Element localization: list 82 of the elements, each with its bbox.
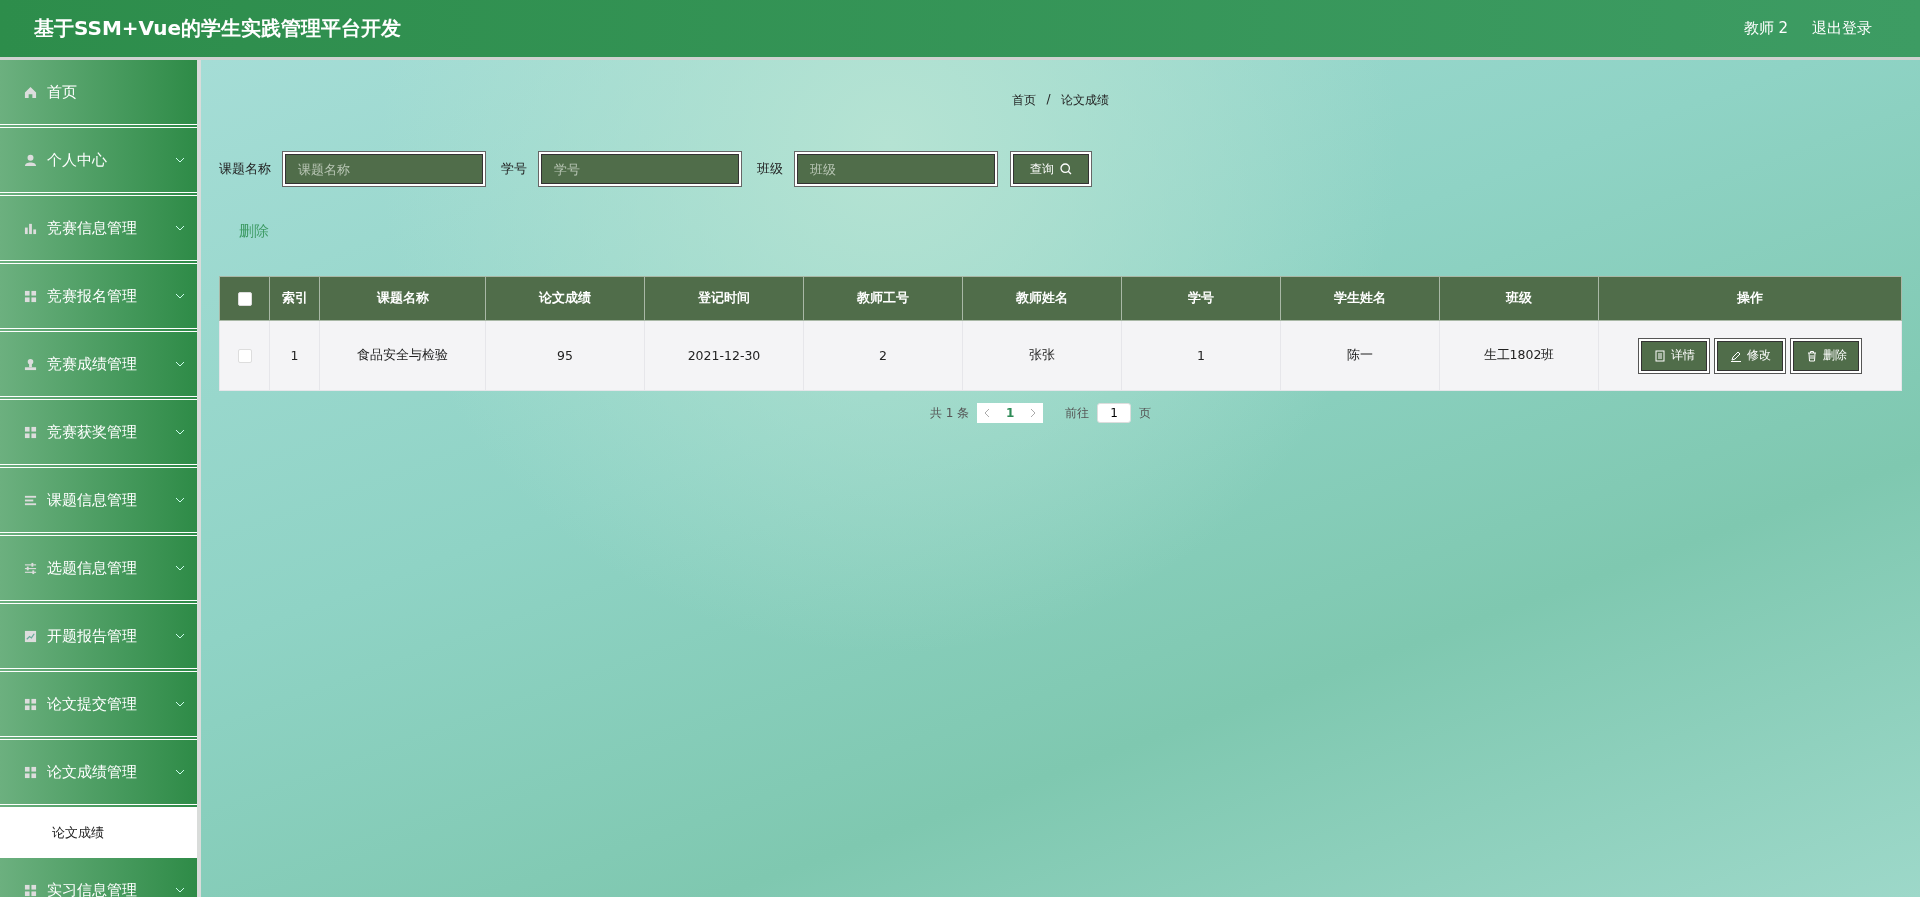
column-header: 论文成绩	[539, 290, 591, 305]
table-cell: 2021-12-30	[687, 348, 761, 363]
menu-item[interactable]: 实习信息管理	[0, 858, 197, 897]
column-header: 登记时间	[698, 290, 750, 305]
table-cell: 1	[290, 348, 299, 363]
search-field[interactable]: 课题名称	[285, 154, 483, 184]
column-header: 操作	[1737, 290, 1763, 305]
table-cell: 生工1802班	[1483, 347, 1555, 362]
search-field[interactable]: 学号	[541, 154, 739, 184]
user-name: 教师 2	[1743, 19, 1788, 38]
grid-icon	[24, 765, 37, 779]
column-header: 教师姓名	[1016, 290, 1068, 305]
menu-item[interactable]: 竞赛信息管理	[0, 196, 197, 264]
menu-item[interactable]: 论文提交管理	[0, 672, 197, 740]
stamp-icon	[24, 357, 37, 371]
pencil-icon	[1729, 349, 1742, 362]
chevron-down-icon	[175, 565, 185, 571]
query-button[interactable]: 查询	[1013, 154, 1089, 184]
field-label: 班级	[757, 160, 783, 178]
menu-item[interactable]: 首页	[0, 60, 197, 128]
table-cell: 陈一	[1347, 347, 1373, 362]
bar-chart-icon	[24, 221, 37, 235]
app-title: 基于SSM+Vue的学生实践管理平台开发	[34, 15, 403, 42]
column-header: 学号	[1188, 290, 1214, 305]
column-header: 班级	[1506, 290, 1532, 305]
action-button[interactable]: 修改	[1717, 340, 1783, 371]
chevron-down-icon	[175, 887, 185, 893]
trash-icon	[1805, 349, 1818, 362]
chart-icon	[24, 629, 37, 643]
menu-item[interactable]: 个人中心	[0, 128, 197, 196]
document-icon	[1653, 349, 1666, 362]
action-button[interactable]: 详情	[1641, 340, 1707, 371]
table-cell: 1	[1197, 348, 1205, 363]
submenu-item[interactable]: 论文成绩	[0, 808, 197, 858]
list-icon	[24, 493, 37, 507]
chevron-down-icon	[175, 361, 185, 367]
menu-item[interactable]: 论文成绩管理	[0, 740, 197, 808]
grid-icon	[24, 425, 37, 439]
chevron-down-icon	[175, 293, 185, 299]
chevron-down-icon	[175, 157, 185, 163]
search-field[interactable]: 班级	[797, 154, 995, 184]
user-icon	[24, 153, 37, 167]
chevron-down-icon	[175, 701, 185, 707]
logout-link[interactable]: 退出登录	[1812, 19, 1872, 38]
menu-item[interactable]: 竞赛成绩管理	[0, 332, 197, 400]
search-icon	[1060, 163, 1072, 175]
menu-item[interactable]: 竞赛报名管理	[0, 264, 197, 332]
field-label: 课题名称	[219, 160, 271, 178]
breadcrumb-item[interactable]: 首页	[1012, 92, 1037, 122]
table-cell: 张张	[1029, 347, 1055, 362]
column-header: 学生姓名	[1334, 290, 1386, 305]
total-count: 共 1 条	[929, 404, 970, 422]
grid-icon	[24, 289, 37, 303]
menu-item[interactable]: 课题信息管理	[0, 468, 197, 536]
sliders-icon	[24, 561, 37, 575]
page-unit: 页	[1139, 404, 1152, 422]
select-all-checkbox[interactable]	[237, 292, 252, 307]
chevron-down-icon	[175, 633, 185, 639]
column-header: 教师工号	[857, 290, 909, 305]
table-cell: 2	[879, 348, 887, 363]
delete-link[interactable]: 删除	[239, 222, 269, 252]
row-checkbox[interactable]	[237, 349, 252, 364]
breadcrumb-separator: /	[1046, 92, 1051, 108]
column-header: 索引	[281, 290, 308, 305]
column-header: 课题名称	[376, 290, 429, 305]
menu-item[interactable]: 竞赛获奖管理	[0, 400, 197, 468]
chevron-down-icon	[175, 429, 185, 435]
menu-item[interactable]: 开题报告管理	[0, 604, 197, 672]
home-icon	[24, 85, 37, 99]
grid-icon	[24, 883, 37, 897]
table-cell: 食品安全与检验	[357, 347, 448, 362]
chevron-down-icon	[175, 225, 185, 231]
goto-label: 前往	[1065, 404, 1090, 422]
page-input[interactable]: 1	[1097, 403, 1132, 423]
field-label: 学号	[501, 160, 527, 178]
table-cell: 95	[557, 348, 573, 363]
chevron-down-icon	[175, 769, 185, 775]
menu-item[interactable]: 选题信息管理	[0, 536, 197, 604]
action-button[interactable]: 删除	[1793, 340, 1859, 371]
breadcrumb-item: 论文成绩	[1060, 92, 1109, 109]
grid-icon	[24, 697, 37, 711]
chevron-down-icon	[175, 497, 185, 503]
